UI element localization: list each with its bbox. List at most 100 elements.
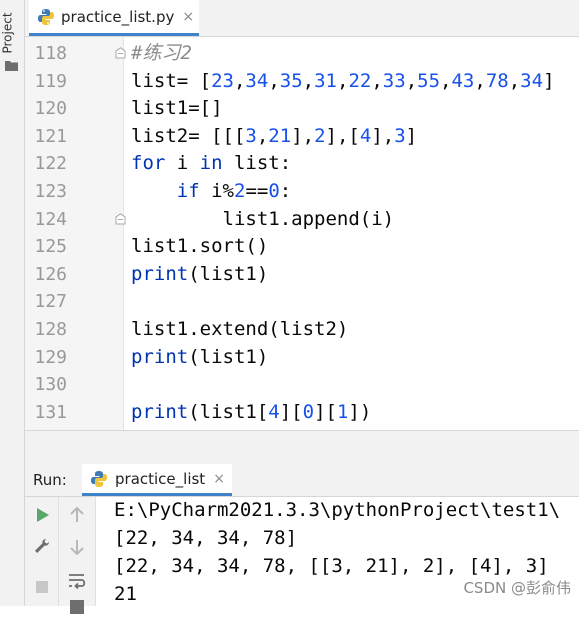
code-editor[interactable]: 118 #练习2 119 list= [23,34,35,31,22,33,55,43… — [25, 37, 579, 430]
code-token: 2 — [233, 180, 246, 202]
arrow-down-icon[interactable] — [67, 537, 87, 557]
code-token: == — [245, 180, 269, 202]
watermark: CSDN @彭俞伟 — [463, 577, 571, 598]
code-token: 34 — [520, 69, 544, 92]
close-icon[interactable]: × — [213, 471, 225, 487]
line-number: 129 — [34, 346, 67, 368]
line-number: 124 — [34, 208, 67, 230]
code-token: 43 — [451, 69, 475, 92]
code-token: 34 — [245, 69, 269, 92]
run-tab-label: practice_list — [115, 469, 206, 488]
code-token: 2 — [314, 124, 326, 147]
close-icon[interactable]: × — [182, 9, 194, 25]
code-token: print — [131, 262, 189, 285]
code-line: 127 — [25, 288, 579, 315]
project-tool-button[interactable]: Project — [0, 8, 21, 58]
line-number: 119 — [34, 70, 67, 92]
soft-wrap-icon[interactable] — [67, 571, 87, 591]
code-line: 119 list= [23,34,35,31,22,33,55,43,78,34] — [25, 68, 579, 95]
line-number: 130 — [34, 374, 67, 396]
code-token: , — [337, 69, 349, 92]
run-toolbar-secondary — [59, 497, 96, 614]
code-token: , — [474, 69, 486, 92]
code-token: ],[ — [325, 124, 360, 147]
code-token: list2= [[[ — [131, 124, 246, 147]
code-text: for i in list: — [131, 150, 291, 177]
code-token: list1.extend(list2) — [131, 318, 349, 340]
project-tool-strip: Project — [0, 0, 25, 430]
code-token: 78 — [485, 69, 509, 92]
console-line: [22, 34, 34, 78, [[3, 21], 2], [4], 3] — [114, 555, 549, 577]
code-token: , — [405, 69, 418, 92]
code-token: 31 — [314, 69, 337, 92]
editor-tab-practice-list[interactable]: practice_list.py × — [29, 0, 199, 36]
code-token: 33 — [382, 69, 406, 92]
fold-marker-icon[interactable] — [115, 212, 126, 225]
editor-tab-bar: practice_list.py × — [25, 0, 579, 37]
code-line: 125 list1.sort() — [25, 233, 579, 260]
code-text: list1.extend(list2) — [131, 316, 348, 343]
code-line: 120 list1=[] — [25, 95, 579, 122]
code-line: 129 print(list1) — [25, 344, 579, 371]
code-line: 130 — [25, 371, 579, 398]
project-label: Project — [0, 12, 15, 54]
code-token: 3 — [394, 124, 406, 147]
stop-icon[interactable] — [32, 577, 52, 597]
code-line: 124 list1.append(i) — [25, 206, 579, 233]
folder-icon[interactable] — [5, 60, 18, 71]
code-token: 0 — [302, 400, 315, 423]
run-toolbar-primary — [25, 497, 59, 606]
code-token: list1.sort() — [131, 235, 269, 258]
code-token: print — [131, 400, 189, 423]
run-panel-header: Run: practice_list × — [25, 464, 579, 497]
code-token: 3 — [245, 124, 257, 147]
code-token: print — [131, 345, 189, 368]
arrow-up-icon[interactable] — [67, 505, 87, 525]
code-token: list1.append(i) — [131, 207, 395, 230]
line-number: 131 — [34, 401, 67, 423]
line-number: 126 — [34, 263, 67, 285]
code-token: (list1) — [188, 345, 269, 368]
code-token: #练习2 — [131, 42, 192, 64]
rerun-play-icon[interactable] — [32, 505, 52, 525]
code-token: : — [279, 180, 292, 202]
code-token: ], — [371, 124, 395, 147]
code-token: (list1) — [188, 262, 269, 285]
code-line: 123 if i%2==0: — [25, 178, 579, 205]
code-token: for — [131, 152, 166, 175]
code-token: 23 — [211, 69, 234, 92]
code-token: list: — [222, 152, 292, 175]
code-token: 22 — [348, 69, 372, 92]
code-text: list1.sort() — [131, 233, 268, 260]
code-text: list1=[] — [131, 95, 223, 122]
code-token: 35 — [279, 69, 303, 92]
code-text: if i%2==0: — [131, 178, 291, 205]
wrench-icon[interactable] — [32, 537, 52, 557]
code-token: ]) — [348, 400, 372, 423]
code-token: list1=[] — [131, 97, 223, 120]
code-token: , — [371, 69, 383, 92]
run-panel-title: Run: — [33, 471, 67, 489]
bottom-tool-strip — [0, 430, 25, 606]
code-token: list= [ — [131, 69, 212, 92]
code-line: 131 print(list1[4][0][1]) — [25, 399, 579, 426]
code-text: print(list1[4][0][1]) — [131, 399, 371, 426]
editor-run-splitter[interactable] — [25, 430, 579, 465]
run-tab-practice-list[interactable]: practice_list × — [82, 464, 232, 496]
line-number: 122 — [34, 153, 67, 175]
code-line: 118 #练习2 — [25, 40, 579, 67]
console-line: [22, 34, 34, 78] — [114, 527, 298, 549]
code-line: 128 list1.extend(list2) — [25, 316, 579, 343]
code-text: list1.append(i) — [131, 206, 395, 233]
fold-marker-icon[interactable] — [115, 47, 126, 59]
code-token: , — [256, 124, 269, 147]
scroll-to-end-icon[interactable] — [67, 597, 87, 617]
code-token: 0 — [268, 180, 280, 202]
code-text: list2= [[[3,21],2],[4],3] — [131, 123, 417, 150]
code-token: (list1[ — [188, 400, 269, 423]
code-token: ] — [543, 69, 555, 92]
code-token: , — [508, 69, 521, 92]
line-number: 125 — [34, 236, 67, 258]
python-file-icon — [91, 470, 107, 487]
